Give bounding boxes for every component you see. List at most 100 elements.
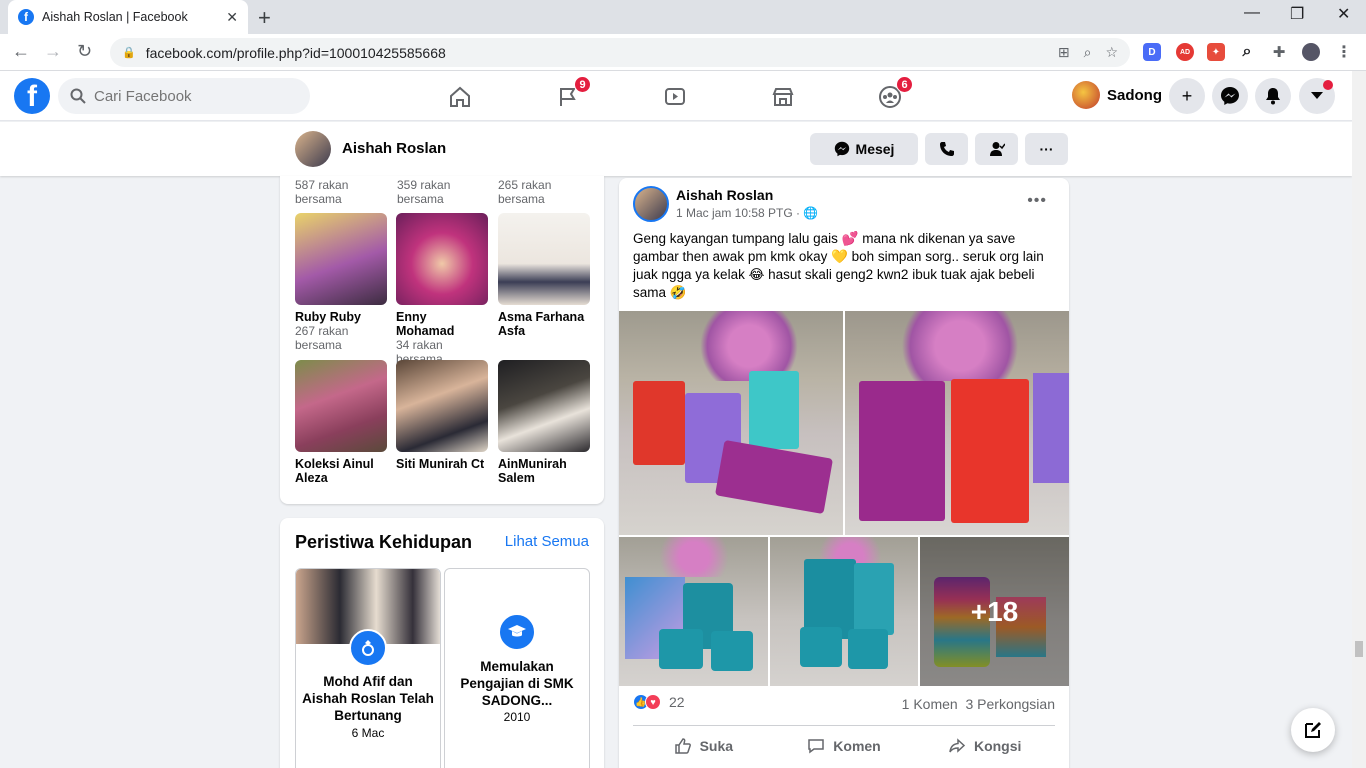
friend-photo[interactable]	[295, 360, 387, 452]
friend-name[interactable]: Ruby Ruby	[295, 310, 387, 324]
post-photo-1[interactable]	[619, 311, 843, 535]
browser-toolbar: ← → ↻ 🔒 facebook.com/profile.php?id=1000…	[0, 34, 1366, 71]
groups-nav-icon[interactable]: 6	[875, 76, 913, 112]
friend-name[interactable]: Koleksi Ainul Aleza	[295, 457, 387, 485]
reload-button[interactable]: ↻	[77, 41, 92, 62]
friend-item[interactable]: Asma Farhana Asfa	[498, 213, 590, 338]
browser-profile-avatar[interactable]	[1302, 43, 1320, 61]
friend-photo[interactable]	[396, 360, 488, 452]
friend-status-button[interactable]	[975, 133, 1018, 165]
lock-icon[interactable]: 🔒	[122, 46, 136, 59]
watch-video-nav-icon[interactable]	[660, 82, 690, 112]
friend-photo[interactable]	[498, 360, 590, 452]
extension-flag-icon[interactable]: ✦	[1207, 43, 1225, 61]
notification-dot	[1323, 80, 1333, 90]
facebook-favicon-icon: f	[18, 9, 34, 25]
back-button[interactable]: ←	[12, 41, 30, 62]
friend-item[interactable]: Ruby Ruby 267 rakan bersama	[295, 213, 387, 352]
friend-item[interactable]: Koleksi Ainul Aleza	[295, 360, 387, 485]
friend-mutual-top-1: 587 rakan bersama	[295, 178, 349, 206]
friend-name[interactable]: Asma Farhana Asfa	[498, 310, 590, 338]
share-count[interactable]: 3 Perkongsian	[965, 696, 1055, 712]
forward-button[interactable]: →	[44, 41, 62, 62]
extensions-puzzle-icon[interactable]: ✚	[1270, 43, 1288, 61]
address-bar[interactable]: 🔒 facebook.com/profile.php?id=1000104255…	[110, 38, 1130, 67]
search-extension-icon[interactable]: ⌕	[1238, 43, 1256, 61]
post-author-avatar[interactable]	[633, 186, 669, 222]
post-photo-2[interactable]	[845, 311, 1069, 535]
facebook-search[interactable]	[58, 78, 310, 114]
message-label: Mesej	[855, 141, 895, 157]
life-event-item[interactable]: Memulakan Pengajian di SMK SADONG... 201…	[444, 568, 590, 768]
friend-mutual-top-3: 265 rakan bersama	[498, 178, 552, 206]
close-window-button[interactable]: ✕	[1337, 4, 1350, 24]
profile-avatar[interactable]	[295, 131, 331, 167]
life-events-title: Peristiwa Kehidupan	[295, 532, 473, 552]
more-photos-overlay[interactable]: +18	[920, 537, 1069, 686]
messenger-icon	[1221, 87, 1239, 105]
reactions-summary[interactable]: 👍 ♥ 22	[633, 694, 685, 710]
new-tab-button[interactable]: +	[258, 5, 271, 31]
call-button[interactable]	[925, 133, 968, 165]
browser-menu-icon[interactable]: ⋮	[1335, 43, 1353, 61]
comment-icon	[808, 738, 825, 753]
more-options-button[interactable]: ···	[1025, 133, 1068, 165]
url-text: facebook.com/profile.php?id=100010425585…	[145, 44, 446, 61]
facebook-logo-icon[interactable]: f	[14, 78, 50, 114]
life-event-title[interactable]: Memulakan Pengajian di SMK SADONG...	[451, 658, 583, 709]
marketplace-nav-icon[interactable]	[768, 82, 798, 112]
post-timestamp[interactable]: 1 Mac jam 10:58 PTG · 🌐	[676, 206, 818, 220]
friend-photo[interactable]	[295, 213, 387, 305]
post-photo-5[interactable]: +18	[920, 537, 1069, 686]
zoom-icon[interactable]: ⌕	[1084, 44, 1092, 61]
create-plus-button[interactable]: +	[1169, 78, 1205, 114]
messenger-button[interactable]	[1212, 78, 1248, 114]
friend-photo[interactable]	[498, 213, 590, 305]
tab-close-icon[interactable]: ✕	[226, 9, 238, 26]
restore-button[interactable]: ❐	[1290, 4, 1304, 24]
friend-name[interactable]: Enny Mohamad	[396, 310, 488, 338]
life-event-item[interactable]: Mohd Afif dan Aishah Roslan Telah Bertun…	[295, 568, 441, 768]
profile-name[interactable]: Aishah Roslan	[342, 140, 446, 157]
like-button[interactable]: Suka	[633, 726, 774, 765]
friend-item[interactable]: Enny Mohamad 34 rakan bersama	[396, 213, 488, 366]
comment-button[interactable]: Komen	[774, 726, 915, 765]
life-event-title[interactable]: Mohd Afif dan Aishah Roslan Telah Bertun…	[302, 673, 434, 724]
message-button[interactable]: Mesej	[810, 133, 918, 165]
reaction-count: 22	[669, 694, 685, 710]
browser-tab[interactable]: f Aishah Roslan | Facebook ✕	[8, 0, 248, 34]
new-message-button[interactable]	[1291, 708, 1335, 752]
see-all-link[interactable]: Lihat Semua	[505, 533, 589, 550]
post-photo-3[interactable]	[619, 537, 768, 686]
post-author-name[interactable]: Aishah Roslan	[676, 187, 773, 203]
pages-badge: 9	[574, 76, 591, 93]
search-input[interactable]	[94, 87, 284, 105]
share-button[interactable]: Kongsi	[914, 726, 1055, 765]
post-more-options-icon[interactable]: •••	[1027, 192, 1047, 210]
friend-name[interactable]: AinMunirah Salem	[498, 457, 590, 485]
share-arrow-icon	[949, 737, 966, 753]
friend-item[interactable]: AinMunirah Salem	[498, 360, 590, 485]
home-nav-icon[interactable]	[445, 82, 475, 112]
post-stats: 1 Komen 3 Perkongsian	[902, 696, 1055, 712]
user-profile-chip[interactable]: Sadong	[1072, 81, 1162, 109]
post-photo-4[interactable]	[770, 537, 918, 686]
scrollbar-thumb[interactable]	[1355, 641, 1363, 657]
bookmark-star-icon[interactable]: ☆	[1105, 44, 1118, 61]
friend-photo[interactable]	[396, 213, 488, 305]
translate-icon[interactable]: ⊞	[1058, 44, 1070, 61]
profile-sticky-bar: Aishah Roslan Mesej ···	[0, 122, 1352, 176]
search-icon	[70, 88, 86, 104]
notifications-button[interactable]	[1255, 78, 1291, 114]
minimize-button[interactable]: —	[1244, 4, 1260, 22]
pages-flag-nav-icon[interactable]: 9	[553, 76, 591, 112]
extension-d-icon[interactable]: D	[1143, 43, 1161, 61]
compose-edit-icon	[1305, 722, 1321, 738]
messenger-icon	[834, 141, 849, 157]
account-menu-button[interactable]	[1299, 78, 1335, 114]
comment-count[interactable]: 1 Komen	[902, 696, 958, 712]
adblock-extension-icon[interactable]: AD	[1176, 43, 1194, 61]
page-scrollbar[interactable]	[1352, 71, 1366, 768]
friend-name[interactable]: Siti Munirah Ct	[396, 457, 488, 471]
friend-item[interactable]: Siti Munirah Ct	[396, 360, 488, 471]
